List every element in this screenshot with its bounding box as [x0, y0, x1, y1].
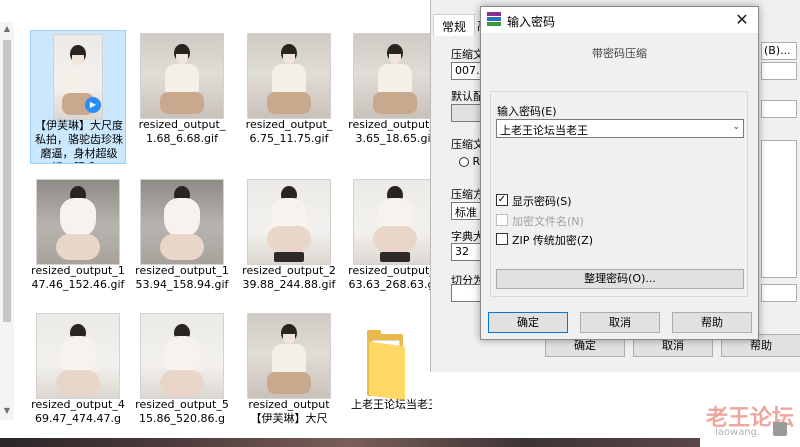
checkbox-icon	[496, 233, 508, 245]
file-item-gif[interactable]: resized_output_6.75_11.75.gif	[241, 30, 337, 164]
gif-thumbnail	[36, 313, 120, 399]
file-item-gif[interactable]: resized_output_263.63_268.63.gif	[347, 176, 432, 310]
file-explorer: ▲ ▼ ▶ 【伊芙琳】大尺度私拍，骆驼齿珍珠磨逼，身材超级好，阴毛... res…	[0, 0, 432, 438]
dialog-header: 带密码压缩	[592, 47, 647, 60]
file-name: resized_output【伊芙琳】大尺	[248, 398, 330, 425]
file-item-gif[interactable]: resized_output_13.65_18.65.gif	[347, 30, 432, 164]
watermark-badge-icon	[773, 422, 787, 436]
password-dialog: 输入密码 ✕ 带密码压缩 输入密码(E) 上老王论坛当老王 ⌄ ✓ 显示密码(S…	[480, 6, 759, 340]
organize-passwords-button[interactable]: 整理密码(O)...	[496, 269, 744, 289]
play-icon: ▶	[85, 97, 101, 113]
file-name: 【伊芙琳】大尺度私拍，骆驼齿珍珠磨逼，身材超级好，阴毛...	[35, 119, 123, 163]
chevron-down-icon[interactable]: ⌄	[732, 122, 740, 132]
watermark-subtext: laowang.	[715, 427, 761, 438]
gif-thumbnail	[353, 33, 432, 119]
checkbox-icon	[496, 214, 508, 226]
options-group	[761, 140, 797, 278]
scroll-down-icon[interactable]: ▼	[0, 404, 14, 418]
file-item-video[interactable]: ▶ 【伊芙琳】大尺度私拍，骆驼齿珍珠磨逼，身材超级好，阴毛...	[30, 30, 126, 164]
gif-thumbnail	[140, 179, 224, 265]
file-name: resized_output_1.68_6.68.gif	[138, 118, 226, 145]
gif-thumbnail	[140, 313, 224, 399]
browse-button[interactable]: (B)...	[761, 42, 797, 60]
file-name: resized_output_515.86_520.86.g	[135, 398, 229, 425]
gif-thumbnail	[36, 179, 120, 265]
file-name: resized_output_13.65_18.65.gif	[348, 118, 432, 145]
file-item-gif[interactable]: resized_output_515.86_520.86.g	[134, 310, 230, 438]
archive-name-dropdown[interactable]	[761, 62, 797, 80]
checkbox-checked-icon: ✓	[496, 194, 508, 206]
cancel-button[interactable]: 取消	[580, 312, 660, 333]
ok-button[interactable]: 确定	[488, 312, 568, 333]
gif-thumbnail	[140, 33, 224, 119]
file-name: resized_output_263.63_268.63.gif	[348, 264, 432, 291]
file-item-folder[interactable]: 上老王论坛当老王	[347, 310, 432, 438]
file-item-gif[interactable]: resized_output_147.46_152.46.gif	[30, 176, 126, 310]
winrar-icon	[487, 12, 501, 26]
help-button[interactable]: 帮助	[672, 312, 752, 333]
file-item-gif[interactable]: resized_output【伊芙琳】大尺	[241, 310, 337, 438]
file-item-gif[interactable]: resized_output_469.47_474.47.g	[30, 310, 126, 438]
gif-thumbnail	[247, 33, 331, 119]
scroll-up-icon[interactable]: ▲	[0, 22, 14, 36]
save-settings-button[interactable]	[761, 284, 797, 302]
folder-icon	[367, 330, 405, 401]
file-name: resized_output_239.88_244.88.gif	[242, 264, 336, 291]
zip-legacy-encryption-label: ZIP 传统加密(Z)	[512, 234, 594, 247]
password-value: 上老王论坛当老王	[500, 124, 588, 137]
gif-thumbnail	[247, 313, 331, 399]
gif-thumbnail	[353, 179, 432, 265]
file-item-gif[interactable]: resized_output_1.68_6.68.gif	[134, 30, 230, 164]
update-mode-dropdown[interactable]	[761, 100, 797, 118]
enter-password-label: 输入密码(E)	[497, 105, 557, 118]
dialog-titlebar[interactable]: 输入密码 ✕	[481, 7, 758, 33]
close-icon[interactable]: ✕	[730, 9, 754, 31]
file-name: resized_output_6.75_11.75.gif	[245, 118, 333, 145]
file-name: resized_output_153.94_158.94.gif	[135, 264, 229, 291]
password-input[interactable]: 上老王论坛当老王 ⌄	[496, 119, 744, 138]
show-password-label: 显示密码(S)	[512, 195, 572, 208]
encrypt-filenames-label: 加密文件名(N)	[512, 215, 584, 228]
dialog-title: 输入密码	[507, 15, 556, 29]
file-item-gif[interactable]: resized_output_239.88_244.88.gif	[241, 176, 337, 310]
tab-general[interactable]: 常规	[433, 14, 476, 36]
background-strip	[0, 438, 700, 447]
scrollbar-thumb[interactable]	[3, 40, 11, 322]
file-item-gif[interactable]: resized_output_153.94_158.94.gif	[134, 176, 230, 310]
gif-thumbnail	[247, 179, 331, 265]
file-name: 上老王论坛当老王	[351, 398, 432, 411]
file-name: resized_output_147.46_152.46.gif	[31, 264, 125, 291]
file-name: resized_output_469.47_474.47.g	[31, 398, 125, 425]
